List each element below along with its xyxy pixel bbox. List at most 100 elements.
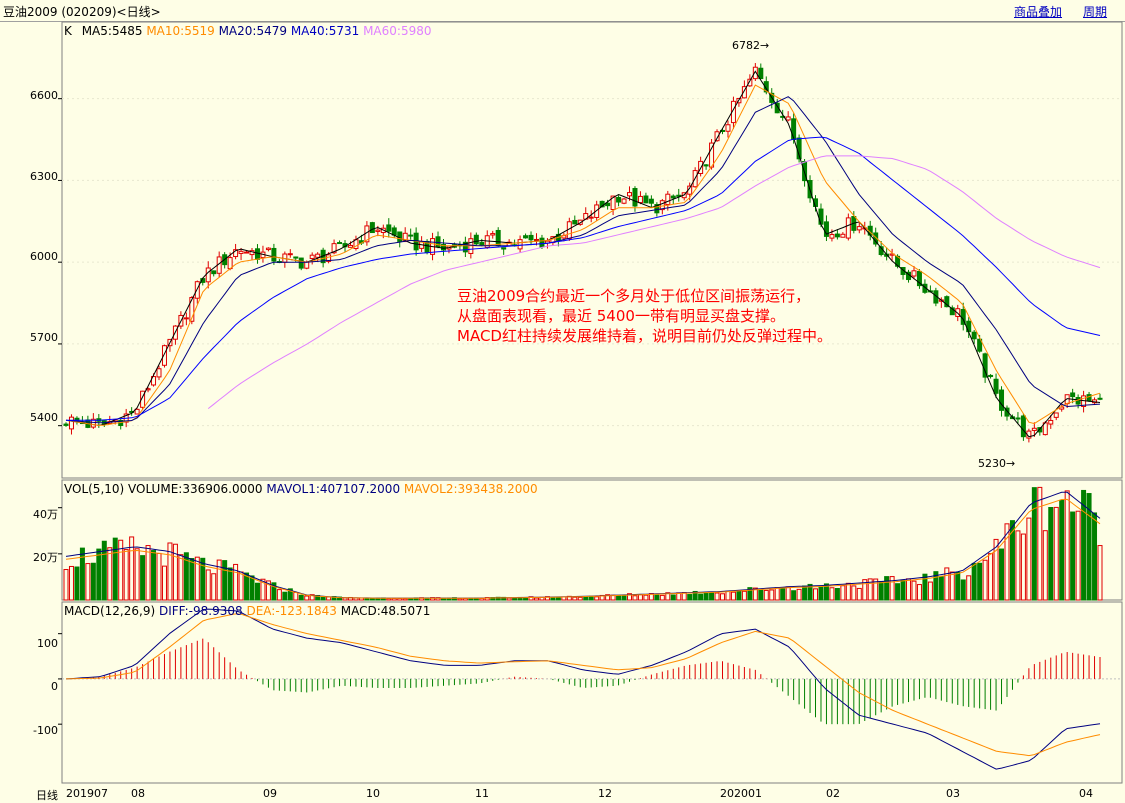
legend-ma40: MA40:5731 [290, 24, 360, 38]
volume-bar [134, 548, 140, 601]
candle-body [495, 229, 501, 247]
volume-bar [1020, 533, 1026, 601]
volume-legend: VOL(5,10) VOLUME:336906.0000 MAVOL1:4071… [64, 482, 538, 496]
volume-bar [320, 596, 326, 601]
legend-mavol2: MAVOL2:393438.2000 [403, 482, 538, 496]
volume-bar [408, 598, 414, 601]
volume-bar [304, 595, 310, 601]
candle-body [539, 237, 545, 248]
volume-bar [402, 598, 408, 601]
volume-bar [222, 560, 228, 601]
candle-body [315, 253, 321, 258]
xtick-10: 10 [366, 787, 380, 800]
candle-body [533, 238, 539, 241]
candle-body [490, 233, 496, 236]
candle-body [1015, 417, 1021, 420]
volume-bar [572, 596, 578, 601]
volume-bar [238, 571, 244, 601]
candle-body [605, 202, 611, 207]
volume-bar [829, 587, 835, 601]
candle-body [304, 261, 310, 269]
volume-bar [550, 597, 556, 601]
candle-body [194, 281, 200, 299]
candle-body [298, 257, 304, 269]
volume-bar [632, 595, 638, 601]
volume-bar [949, 571, 955, 601]
volume-bar [643, 594, 649, 601]
volume-bar [960, 579, 966, 601]
volume-bar [834, 587, 840, 601]
candle-body [473, 234, 479, 245]
candle-body [670, 195, 676, 199]
annotation-line-3: MACD红柱持续发展维持着，说明目前仍处反弹过程中。 [457, 327, 832, 345]
volume-bar [1070, 511, 1076, 601]
diff-line [65, 608, 1101, 770]
low-marker-label: 5230 [978, 457, 1006, 470]
volume-bar [955, 571, 961, 601]
candle-body [845, 217, 851, 239]
candle-body [156, 368, 162, 378]
volume-bar [698, 593, 704, 601]
volume-bar [227, 567, 233, 601]
volume-bar [845, 582, 851, 601]
candle-body [1053, 412, 1059, 418]
volume-bar [1048, 507, 1054, 601]
macd-legend: MACD(12,26,9) DIFF:-98.9308 DEA:-123.184… [64, 604, 430, 618]
volume-bar [659, 594, 665, 601]
candle-body [856, 226, 862, 231]
ma-line-ma40 [66, 136, 1101, 421]
volume-bar [813, 588, 819, 601]
volume-bar [457, 598, 463, 601]
volume-bar [906, 578, 912, 601]
volume-bar [922, 573, 928, 601]
volume-bar [249, 575, 255, 601]
volume-bar [1059, 499, 1065, 601]
ytick-6000: 6000 [30, 250, 58, 263]
candle-body [63, 423, 69, 426]
price-panel-frame [61, 21, 1123, 479]
legend-k: K [64, 24, 72, 38]
ma-line-ma5 [65, 70, 1101, 438]
volume-bar [172, 543, 178, 601]
volume-bar [714, 592, 720, 601]
xtick-03: 03 [946, 787, 960, 800]
volume-bar [282, 591, 288, 601]
legend-ma60: MA60:5980 [363, 24, 432, 38]
volume-bar [791, 590, 797, 601]
volume-bar [129, 536, 135, 601]
candle-body [528, 234, 534, 241]
volume-bar [840, 585, 846, 601]
volume-bar [90, 562, 96, 601]
volume-bar [145, 545, 151, 601]
volume-bar [112, 537, 118, 601]
volume-bar [966, 575, 972, 601]
candle-body [134, 408, 140, 415]
volume-bar [654, 594, 660, 601]
candle-body [840, 233, 846, 238]
chart-canvas[interactable] [0, 0, 1125, 801]
volume-bar [140, 555, 146, 601]
volume-bar [703, 592, 709, 601]
candle-body [911, 270, 917, 277]
candle-body [254, 248, 260, 260]
low-marker: 5230→ [978, 457, 1015, 470]
volume-bar [1064, 490, 1070, 601]
volume-bar [1075, 510, 1081, 601]
ytick-5400: 5400 [30, 411, 58, 424]
candle-body [479, 242, 485, 246]
volume-bar [982, 559, 988, 601]
volume-bar [85, 563, 91, 601]
ytick-6300: 6300 [30, 170, 58, 183]
volume-bar [944, 567, 950, 601]
ma-line-ma60 [207, 155, 1101, 409]
volume-bar [96, 548, 102, 601]
volume-bar [397, 597, 403, 601]
volume-bar [216, 559, 222, 601]
volume-bar [977, 562, 983, 601]
candle-body [829, 234, 835, 239]
volume-bar [1042, 530, 1048, 601]
volume-bar [758, 589, 764, 601]
candle-body [375, 229, 381, 232]
ytick-5700: 5700 [30, 331, 58, 344]
volume-bar [780, 588, 786, 601]
